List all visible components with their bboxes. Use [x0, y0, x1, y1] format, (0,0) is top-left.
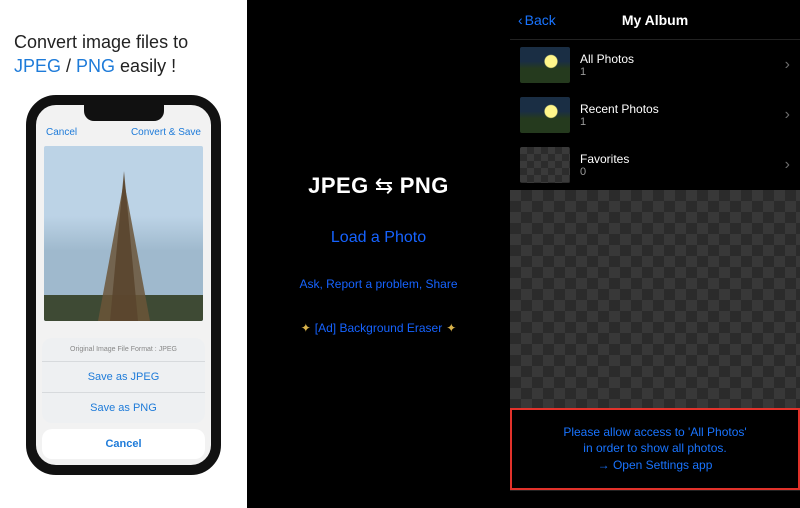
load-photo-button[interactable]: Load a Photo: [331, 229, 426, 247]
navbar: ‹ Back My Album: [510, 0, 800, 40]
album-thumbnail: [520, 97, 570, 133]
album-row[interactable]: All Photos1 ›: [510, 40, 800, 90]
album-panel: ‹ Back My Album All Photos1›Recent Photo…: [510, 0, 800, 508]
save-as-png-button[interactable]: Save as PNG: [42, 392, 205, 423]
promo-panel: Convert image files to JPEG / PNG easily…: [0, 0, 247, 508]
album-name: Recent Photos: [580, 102, 775, 116]
chevron-right-icon: ›: [785, 56, 790, 74]
album-count: 0: [580, 166, 775, 178]
prompt-open-settings-link[interactable]: → Open Settings app: [520, 457, 790, 474]
album-text: Recent Photos1: [580, 102, 775, 128]
sparkle-icon: ✦: [301, 321, 311, 335]
prompt-line: Please allow access to 'All Photos': [520, 424, 790, 441]
bottom-bar: [510, 490, 800, 508]
permission-prompt[interactable]: Please allow access to 'All Photos' in o…: [510, 408, 800, 490]
phone-convert-button[interactable]: Convert & Save: [131, 127, 201, 138]
phone-notch: [84, 105, 164, 121]
album-row[interactable]: Recent Photos1 ›: [510, 90, 800, 140]
app-title: JPEG⇆PNG: [308, 173, 449, 199]
album-name: All Photos: [580, 52, 775, 66]
chevron-right-icon: ›: [785, 156, 790, 174]
phone-mockup: Cancel Convert & Save Original Image Fil…: [26, 95, 221, 475]
ask-report-share-link[interactable]: Ask, Report a problem, Share: [299, 277, 457, 291]
action-sheet: Original Image File Format : JPEG Save a…: [42, 338, 205, 459]
sheet-cancel-button[interactable]: Cancel: [42, 429, 205, 459]
album-count: 1: [580, 66, 775, 78]
album-count: 1: [580, 116, 775, 128]
sparkle-icon: ✦: [446, 321, 456, 335]
album-row[interactable]: Favorites0 ›: [510, 140, 800, 190]
empty-grid: [510, 190, 800, 408]
album-name: Favorites: [580, 152, 775, 166]
chevron-right-icon: ›: [785, 106, 790, 124]
album-thumbnail: [520, 47, 570, 83]
album-text: All Photos1: [580, 52, 775, 78]
ad-background-eraser-link[interactable]: ✦[Ad] Background Eraser✦: [297, 321, 461, 335]
promo-headline: Convert image files to JPEG / PNG easily…: [0, 0, 247, 89]
phone-cancel-button[interactable]: Cancel: [46, 127, 77, 138]
album-list: All Photos1›Recent Photos1›Favorites0›: [510, 40, 800, 190]
sheet-header: Original Image File Format : JPEG: [42, 338, 205, 361]
app-home-panel: JPEG⇆PNG Load a Photo Ask, Report a prob…: [247, 0, 510, 508]
album-thumbnail: [520, 147, 570, 183]
prompt-line: in order to show all photos.: [520, 440, 790, 457]
page-title: My Album: [510, 12, 800, 28]
save-as-jpeg-button[interactable]: Save as JPEG: [42, 361, 205, 392]
swap-icon: ⇆: [375, 173, 394, 198]
album-text: Favorites0: [580, 152, 775, 178]
phone-preview-image: [44, 146, 203, 321]
